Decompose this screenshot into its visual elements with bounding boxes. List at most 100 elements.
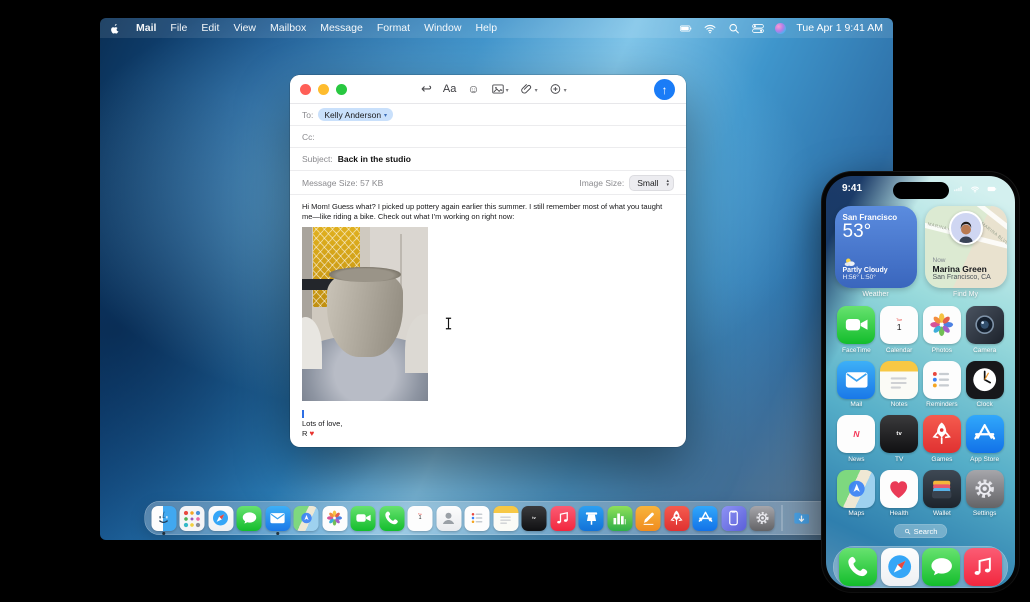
launchpad-icon (179, 505, 205, 531)
dock-notes[interactable] (493, 505, 518, 531)
dock-music[interactable] (550, 505, 575, 531)
zoom-button[interactable] (336, 83, 347, 95)
insert-photo-button[interactable]: ▾ (549, 82, 567, 96)
iphone-app-tv[interactable]: tv TV (878, 415, 921, 463)
iphone-app-games[interactable]: Games (921, 415, 964, 463)
maps-icon (837, 469, 876, 508)
battery-icon[interactable] (679, 22, 693, 35)
weather-widget[interactable]: San Francisco 53° Partly Cloudy H:56° L:… (834, 206, 917, 289)
menu-file[interactable]: File (170, 22, 187, 34)
dock-separator (781, 505, 782, 531)
minimize-button[interactable] (318, 83, 329, 95)
subject-value: Back in the studio (337, 154, 411, 164)
recipient-pill[interactable]: Kelly Anderson ▾ (318, 108, 394, 121)
iphone-app-calendar[interactable]: Tue 1 Calendar (878, 306, 921, 354)
siri-icon[interactable] (775, 22, 787, 34)
dock-keynote[interactable] (578, 505, 604, 531)
music-icon (550, 505, 575, 531)
send-button[interactable]: ↑ (654, 79, 675, 100)
dock-settings[interactable] (749, 505, 775, 531)
music-icon (964, 548, 1003, 587)
dock-iphone-mirroring[interactable] (721, 505, 746, 531)
iphone-app-appstore[interactable]: App Store (963, 415, 1006, 463)
dock-messages[interactable] (236, 505, 262, 531)
dock-games[interactable] (664, 505, 689, 531)
iphone-dock-messages[interactable] (922, 548, 961, 587)
iphone-app-facetime[interactable]: FaceTime (835, 306, 878, 354)
safari-icon (208, 505, 233, 531)
control-center-icon[interactable] (751, 22, 765, 35)
iphone-dock-music[interactable] (964, 548, 1003, 587)
dock-numbers[interactable] (607, 505, 632, 531)
dock-phone[interactable] (379, 505, 404, 531)
screenshot: Mail File Edit View Mailbox Message Format Wind… (0, 0, 1030, 602)
body-paragraph: Hi Mom! Guess what? I picked up pottery … (302, 202, 663, 221)
iphone-app-notes[interactable]: Notes (878, 360, 921, 408)
menu-mailbox[interactable]: Mailbox (270, 22, 306, 34)
mail-titlebar: ↩ Aa ☺ ▾ ▾ ▾ ↑ (290, 75, 686, 104)
menu-edit[interactable]: Edit (201, 22, 219, 34)
dock-tv[interactable]: tv (521, 505, 547, 531)
appstore-icon (965, 415, 1004, 454)
heart-icon: ♥ (309, 428, 315, 438)
dock-downloads[interactable] (789, 506, 814, 531)
iphone-app-health[interactable]: Health (878, 469, 921, 517)
menu-view[interactable]: View (233, 22, 256, 34)
iphone-app-maps[interactable]: Maps (835, 469, 878, 517)
dock-contacts[interactable] (436, 505, 461, 531)
app-label: App Store (970, 455, 1000, 463)
facetime-icon (350, 505, 376, 531)
menu-format[interactable]: Format (377, 22, 410, 34)
dock-reminders[interactable] (464, 505, 490, 531)
downloads-icon (789, 506, 814, 531)
menu-window[interactable]: Window (424, 22, 461, 34)
dock-launchpad[interactable] (179, 505, 205, 531)
dock-maps[interactable] (293, 505, 319, 531)
pottery-photo-attachment[interactable] (302, 226, 428, 401)
iphone-app-news[interactable]: N News (835, 415, 878, 463)
iphone-search-pill[interactable]: Search (893, 524, 948, 539)
iphone-app-settings[interactable]: Settings (963, 469, 1006, 517)
iphone-app-camera[interactable]: Camera (963, 306, 1006, 354)
undo-button[interactable]: ↩ (421, 81, 432, 97)
menu-message[interactable]: Message (320, 22, 363, 34)
iphone-app-mail[interactable]: Mail (835, 360, 878, 408)
iphone-dock-safari[interactable] (880, 548, 919, 587)
findmy-widget[interactable]: MARINA GREEN DR MARINA BLVD Now Marina G… (924, 206, 1007, 289)
search-icon[interactable] (727, 22, 741, 35)
menubar-clock[interactable]: Tue Apr 1 9:41 AM (796, 22, 883, 34)
photo-browser-button[interactable]: ▾ (491, 82, 509, 96)
dock-mail[interactable] (265, 505, 290, 535)
emoji-button[interactable]: ☺ (467, 82, 479, 96)
message-body[interactable]: Hi Mom! Guess what? I picked up pottery … (290, 195, 686, 446)
iphone-app-photos[interactable]: Photos (921, 306, 964, 354)
apple-menu-icon[interactable] (110, 22, 122, 35)
subject-field[interactable]: Subject: Back in the studio (290, 148, 686, 171)
dock-finder[interactable] (151, 505, 176, 535)
wallet-icon (922, 469, 961, 508)
dock-safari[interactable] (208, 505, 233, 531)
dock-calendar[interactable]: Tue 1 (407, 505, 433, 531)
messages-icon (236, 505, 262, 531)
iphone-app-reminders[interactable]: Reminders (921, 360, 964, 408)
body-signature: R ♥ (302, 428, 315, 438)
photo-splash-pan-left (302, 317, 323, 370)
dock-facetime[interactable] (350, 505, 376, 531)
iphone-dock-phone[interactable] (838, 548, 877, 587)
attach-button[interactable]: ▾ (520, 82, 538, 96)
cc-field[interactable]: Cc: (290, 126, 686, 148)
iphone-app-wallet[interactable]: Wallet (921, 469, 964, 517)
wifi-icon[interactable] (703, 22, 717, 35)
menu-help[interactable]: Help (475, 22, 497, 34)
iphone-app-clock[interactable]: Clock (963, 360, 1006, 408)
dock-photos[interactable] (322, 505, 347, 531)
to-field[interactable]: To: Kelly Anderson ▾ (290, 104, 686, 126)
image-size-value: Small (637, 177, 659, 188)
close-button[interactable] (300, 83, 311, 95)
format-button[interactable]: Aa (443, 83, 456, 95)
dock-pages[interactable] (635, 505, 661, 531)
iphone-widgets-row: San Francisco 53° Partly Cloudy H:56° L:… (826, 197, 1015, 298)
image-size-select[interactable]: Small ▴ ▾ (629, 174, 674, 191)
dock-appstore[interactable] (692, 505, 718, 531)
menu-mail[interactable]: Mail (136, 22, 156, 34)
